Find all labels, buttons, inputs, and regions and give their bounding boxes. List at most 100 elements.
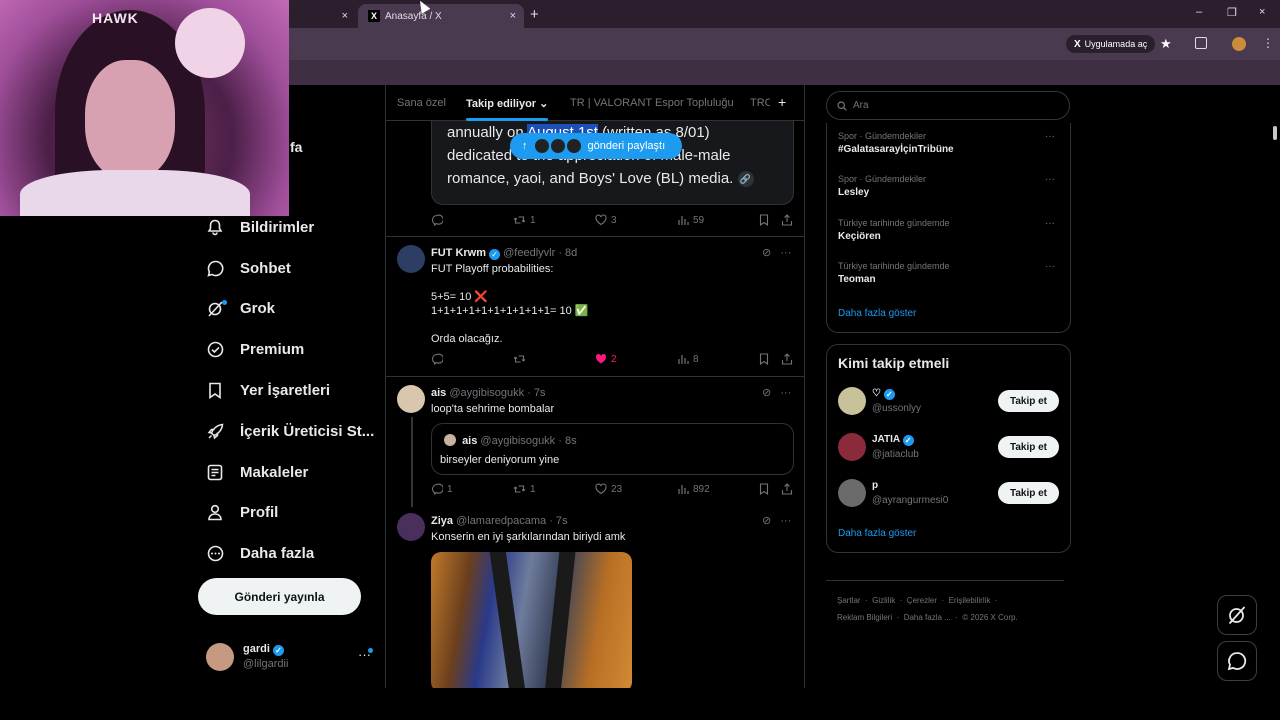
post-author-handle[interactable]: @lamaredpacama: [456, 515, 546, 527]
nav-item-notifications[interactable]: Bildirimler: [206, 215, 314, 239]
trend-more-icon[interactable]: ···: [1045, 131, 1055, 142]
bookmark-star-icon[interactable]: ★: [1160, 36, 1172, 52]
share-button[interactable]: [781, 214, 793, 226]
browser-profile-avatar[interactable]: [1232, 37, 1246, 51]
views-button[interactable]: 59: [677, 214, 704, 226]
nav-item-profile[interactable]: Profil: [206, 500, 278, 524]
trend-item[interactable]: Türkiye tarihinde gündemde Teoman ···: [838, 261, 1063, 285]
quoted-post-card[interactable]: ais @aygibisogukk · 8s birseyler deniyor…: [431, 423, 794, 475]
post-button[interactable]: Gönderi yayınla: [198, 578, 361, 615]
trend-item[interactable]: Spor · Gündemdekiler Lesley ···: [838, 174, 1063, 198]
scrollbar-thumb[interactable]: [1273, 126, 1277, 140]
post-author-handle[interactable]: @aygibisogukk: [449, 387, 524, 399]
new-tab-button[interactable]: +: [530, 6, 539, 23]
footer-link[interactable]: Daha fazla ...: [904, 613, 951, 622]
extensions-icon[interactable]: [1195, 37, 1207, 49]
suggested-account[interactable]: JATIA ✓ @jatiaclub Takip et: [838, 433, 1060, 463]
nav-item-premium[interactable]: Premium: [206, 337, 304, 361]
reply-button[interactable]: [431, 353, 447, 365]
repost-button[interactable]: 1: [513, 483, 536, 495]
views-button[interactable]: 8: [677, 353, 699, 365]
post-video-thumbnail[interactable]: [431, 552, 632, 688]
tab-for-you[interactable]: Sana özel: [397, 97, 446, 109]
avatar[interactable]: [397, 245, 425, 273]
reply-button[interactable]: 1: [431, 483, 453, 495]
like-button[interactable]: 2: [595, 353, 617, 365]
tab-community-truncated[interactable]: TRC: [750, 97, 770, 109]
like-button[interactable]: 23: [595, 483, 622, 495]
grok-icon[interactable]: ⊘: [762, 247, 771, 259]
messages-fab-button[interactable]: [1217, 641, 1257, 681]
link-icon[interactable]: 🔗: [737, 171, 754, 188]
bookmark-button[interactable]: [759, 214, 769, 226]
follow-button[interactable]: Takip et: [998, 482, 1059, 504]
post-author-name[interactable]: Ziya: [431, 515, 453, 527]
footer-link[interactable]: Şartlar: [837, 596, 861, 605]
account-switcher[interactable]: gardi ✓ @lilgardii ···: [206, 643, 376, 673]
page-scrollbar[interactable]: [1272, 121, 1278, 688]
tab-close-icon[interactable]: ×: [342, 10, 348, 22]
trend-item[interactable]: Spor · Gündemdekiler #GalatasarayİçinTri…: [838, 131, 1063, 155]
footer-link[interactable]: Gizlilik: [872, 596, 895, 605]
share-button[interactable]: [781, 353, 793, 365]
bookmark-button[interactable]: [759, 483, 769, 495]
minimize-button[interactable]: –: [1196, 6, 1202, 18]
post-more-icon[interactable]: ···: [780, 515, 791, 527]
nav-item-more[interactable]: Daha fazla: [206, 541, 314, 565]
repost-button[interactable]: 1: [513, 214, 536, 226]
footer-link[interactable]: Çerezler: [907, 596, 937, 605]
post-author-name[interactable]: FUT Krwm: [431, 247, 486, 259]
new-posts-pill[interactable]: ↑ gönderi paylaştı: [510, 133, 682, 159]
search-input[interactable]: Ara: [826, 91, 1070, 120]
post-more-icon[interactable]: ···: [780, 387, 791, 399]
reply-button[interactable]: [431, 214, 447, 226]
post-more-icon[interactable]: ···: [780, 247, 791, 259]
like-button[interactable]: 3: [595, 214, 617, 226]
nav-item-grok[interactable]: Grok: [206, 296, 275, 320]
nav-item-creator-studio[interactable]: İçerik Üreticisi St...: [206, 419, 374, 443]
trends-show-more-link[interactable]: Daha fazla göster: [838, 308, 916, 319]
grok-icon[interactable]: ⊘: [762, 515, 771, 527]
repost-button[interactable]: [513, 353, 530, 365]
share-button[interactable]: [781, 483, 793, 495]
nav-item-chat[interactable]: Sohbet: [206, 256, 291, 280]
copyright: © 2026 X Corp.: [962, 613, 1018, 622]
maximize-button[interactable]: ❐: [1227, 6, 1237, 19]
open-in-app-button[interactable]: X Uygulamada aç: [1066, 35, 1156, 53]
suggested-account[interactable]: p @ayrangurmesi0 Takip et: [838, 479, 1060, 509]
tab-close-icon[interactable]: ×: [510, 10, 516, 22]
suggested-account[interactable]: ♡ ✓ @ussonlyy Takip et: [838, 387, 1060, 417]
trend-more-icon[interactable]: ···: [1045, 261, 1055, 272]
tab-community-valorant[interactable]: TR | VALORANT Espor Topluluğu: [570, 97, 734, 109]
trend-item[interactable]: Türkiye tarihinde gündemde Keçiören ···: [838, 218, 1063, 242]
post-author-handle[interactable]: @feedlyvlr: [503, 247, 555, 259]
browser-tab-active[interactable]: X Anasayfa / X ×: [358, 4, 524, 28]
footer-link[interactable]: Erişilebilirlik: [949, 596, 991, 605]
follow-button[interactable]: Takip et: [998, 390, 1059, 412]
browser-menu-icon[interactable]: ⋮: [1262, 36, 1274, 50]
footer-link[interactable]: Reklam Bilgileri: [837, 613, 892, 622]
account-handle: @lilgardii: [243, 658, 289, 670]
post-time[interactable]: · 7s: [527, 387, 545, 399]
tab-following[interactable]: Takip ediliyor ⌄: [466, 97, 548, 110]
bookmark-button[interactable]: [759, 353, 769, 365]
views-button[interactable]: 892: [677, 483, 710, 495]
follow-button[interactable]: Takip et: [998, 436, 1059, 458]
browser-tab-inactive[interactable]: ×: [290, 4, 356, 28]
close-window-button[interactable]: ×: [1259, 6, 1265, 18]
nav-item-bookmarks[interactable]: Yer İşaretleri: [206, 378, 330, 402]
grok-fab-button[interactable]: [1217, 595, 1257, 635]
trend-more-icon[interactable]: ···: [1045, 218, 1055, 229]
nav-item-articles[interactable]: Makaleler: [206, 460, 308, 484]
suggested-account-handle: @ayrangurmesi0: [872, 495, 949, 506]
trend-more-icon[interactable]: ···: [1045, 174, 1055, 185]
nav-item-partial-label[interactable]: fa: [290, 139, 302, 155]
avatar[interactable]: [397, 385, 425, 413]
post-time[interactable]: · 7s: [549, 515, 567, 527]
post-author-name[interactable]: ais: [431, 387, 446, 399]
who-to-follow-show-more-link[interactable]: Daha fazla göster: [838, 528, 916, 539]
avatar[interactable]: [397, 513, 425, 541]
post-time[interactable]: · 8d: [558, 247, 577, 259]
grok-icon[interactable]: ⊘: [762, 387, 771, 399]
add-tab-button[interactable]: +: [778, 94, 786, 110]
